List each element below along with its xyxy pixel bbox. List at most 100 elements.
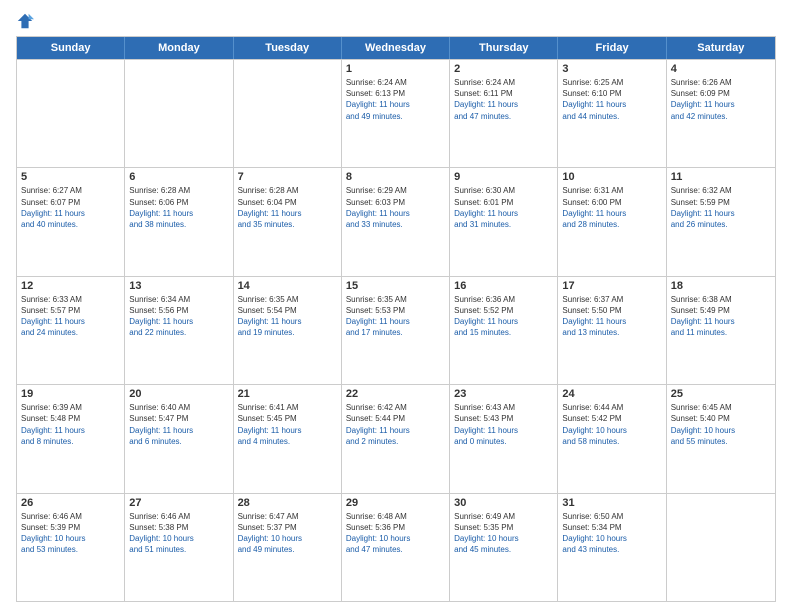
- calendar-day-22: 22 Sunrise: 6:42 AMSunset: 5:44 PMDayligh…: [342, 385, 450, 492]
- day-info: Sunrise: 6:28 AMSunset: 6:04 PMDaylight:…: [238, 185, 337, 230]
- day-info: Sunrise: 6:38 AMSunset: 5:49 PMDaylight:…: [671, 294, 771, 339]
- day-info: Sunrise: 6:29 AMSunset: 6:03 PMDaylight:…: [346, 185, 445, 230]
- day-info: Sunrise: 6:49 AMSunset: 5:35 PMDaylight:…: [454, 511, 553, 556]
- page: SundayMondayTuesdayWednesdayThursdayFrid…: [0, 0, 792, 612]
- day-number: 28: [238, 497, 337, 509]
- calendar-day-empty: [234, 60, 342, 167]
- calendar-day-8: 8 Sunrise: 6:29 AMSunset: 6:03 PMDaylight…: [342, 168, 450, 275]
- calendar-day-15: 15 Sunrise: 6:35 AMSunset: 5:53 PMDayligh…: [342, 277, 450, 384]
- weekday-header: Wednesday: [342, 37, 450, 59]
- day-info: Sunrise: 6:48 AMSunset: 5:36 PMDaylight:…: [346, 511, 445, 556]
- day-number: 2: [454, 63, 553, 75]
- calendar-day-25: 25 Sunrise: 6:45 AMSunset: 5:40 PMDayligh…: [667, 385, 775, 492]
- day-info: Sunrise: 6:27 AMSunset: 6:07 PMDaylight:…: [21, 185, 120, 230]
- calendar-week: 1 Sunrise: 6:24 AMSunset: 6:13 PMDaylight…: [17, 59, 775, 167]
- day-number: 25: [671, 388, 771, 400]
- day-number: 8: [346, 171, 445, 183]
- calendar-day-30: 30 Sunrise: 6:49 AMSunset: 5:35 PMDayligh…: [450, 494, 558, 601]
- calendar-day-13: 13Sunrise: 6:34 AMSunset: 5:56 PMDayligh…: [125, 277, 233, 384]
- day-number: 10: [562, 171, 661, 183]
- day-number: 21: [238, 388, 337, 400]
- calendar-day-27: 27Sunrise: 6:46 AMSunset: 5:38 PMDayligh…: [125, 494, 233, 601]
- calendar-week: 19 Sunrise: 6:39 AMSunset: 5:48 PMDayligh…: [17, 384, 775, 492]
- day-number: 26: [21, 497, 120, 509]
- calendar-day-16: 16Sunrise: 6:36 AMSunset: 5:52 PMDayligh…: [450, 277, 558, 384]
- calendar-day-empty: [125, 60, 233, 167]
- day-info: Sunrise: 6:37 AMSunset: 5:50 PMDaylight:…: [562, 294, 661, 339]
- calendar-day-3: 3 Sunrise: 6:25 AMSunset: 6:10 PMDaylight…: [558, 60, 666, 167]
- day-number: 4: [671, 63, 771, 75]
- calendar-week: 5 Sunrise: 6:27 AMSunset: 6:07 PMDaylight…: [17, 167, 775, 275]
- calendar-day-24: 24Sunrise: 6:44 AMSunset: 5:42 PMDayligh…: [558, 385, 666, 492]
- weekday-header: Saturday: [667, 37, 775, 59]
- day-info: Sunrise: 6:35 AMSunset: 5:53 PMDaylight:…: [346, 294, 445, 339]
- weekday-header: Sunday: [17, 37, 125, 59]
- calendar-day-4: 4 Sunrise: 6:26 AMSunset: 6:09 PMDaylight…: [667, 60, 775, 167]
- day-info: Sunrise: 6:28 AMSunset: 6:06 PMDaylight:…: [129, 185, 228, 230]
- calendar-day-19: 19 Sunrise: 6:39 AMSunset: 5:48 PMDayligh…: [17, 385, 125, 492]
- day-info: Sunrise: 6:50 AMSunset: 5:34 PMDaylight:…: [562, 511, 661, 556]
- day-info: Sunrise: 6:45 AMSunset: 5:40 PMDaylight:…: [671, 402, 771, 447]
- day-info: Sunrise: 6:46 AMSunset: 5:39 PMDaylight:…: [21, 511, 120, 556]
- day-info: Sunrise: 6:34 AMSunset: 5:56 PMDaylight:…: [129, 294, 228, 339]
- day-info: Sunrise: 6:44 AMSunset: 5:42 PMDaylight:…: [562, 402, 661, 447]
- day-number: 15: [346, 280, 445, 292]
- day-info: Sunrise: 6:31 AMSunset: 6:00 PMDaylight:…: [562, 185, 661, 230]
- calendar-day-7: 7Sunrise: 6:28 AMSunset: 6:04 PMDaylight…: [234, 168, 342, 275]
- day-number: 6: [129, 171, 228, 183]
- logo: [16, 12, 38, 30]
- calendar-day-17: 17 Sunrise: 6:37 AMSunset: 5:50 PMDayligh…: [558, 277, 666, 384]
- day-info: Sunrise: 6:24 AMSunset: 6:11 PMDaylight:…: [454, 77, 553, 122]
- day-number: 17: [562, 280, 661, 292]
- day-number: 18: [671, 280, 771, 292]
- day-number: 31: [562, 497, 661, 509]
- calendar-day-10: 10 Sunrise: 6:31 AMSunset: 6:00 PMDayligh…: [558, 168, 666, 275]
- day-number: 1: [346, 63, 445, 75]
- calendar-week: 12Sunrise: 6:33 AMSunset: 5:57 PMDayligh…: [17, 276, 775, 384]
- calendar-day-18: 18 Sunrise: 6:38 AMSunset: 5:49 PMDayligh…: [667, 277, 775, 384]
- weekday-header: Thursday: [450, 37, 558, 59]
- day-info: Sunrise: 6:24 AMSunset: 6:13 PMDaylight:…: [346, 77, 445, 122]
- day-info: Sunrise: 6:26 AMSunset: 6:09 PMDaylight:…: [671, 77, 771, 122]
- calendar-day-23: 23Sunrise: 6:43 AMSunset: 5:43 PMDayligh…: [450, 385, 558, 492]
- day-info: Sunrise: 6:39 AMSunset: 5:48 PMDaylight:…: [21, 402, 120, 447]
- day-info: Sunrise: 6:46 AMSunset: 5:38 PMDaylight:…: [129, 511, 228, 556]
- day-info: Sunrise: 6:35 AMSunset: 5:54 PMDaylight:…: [238, 294, 337, 339]
- calendar-day-12: 12Sunrise: 6:33 AMSunset: 5:57 PMDayligh…: [17, 277, 125, 384]
- day-number: 9: [454, 171, 553, 183]
- day-info: Sunrise: 6:40 AMSunset: 5:47 PMDaylight:…: [129, 402, 228, 447]
- day-number: 22: [346, 388, 445, 400]
- day-number: 3: [562, 63, 661, 75]
- calendar-header: SundayMondayTuesdayWednesdayThursdayFrid…: [17, 37, 775, 59]
- day-number: 5: [21, 171, 120, 183]
- weekday-header: Friday: [558, 37, 666, 59]
- day-info: Sunrise: 6:42 AMSunset: 5:44 PMDaylight:…: [346, 402, 445, 447]
- calendar-day-2: 2 Sunrise: 6:24 AMSunset: 6:11 PMDaylight…: [450, 60, 558, 167]
- header: [16, 12, 776, 30]
- day-number: 30: [454, 497, 553, 509]
- calendar-body: 1 Sunrise: 6:24 AMSunset: 6:13 PMDaylight…: [17, 59, 775, 601]
- day-number: 11: [671, 171, 771, 183]
- day-number: 19: [21, 388, 120, 400]
- day-info: Sunrise: 6:47 AMSunset: 5:37 PMDaylight:…: [238, 511, 337, 556]
- calendar: SundayMondayTuesdayWednesdayThursdayFrid…: [16, 36, 776, 602]
- calendar-day-31: 31 Sunrise: 6:50 AMSunset: 5:34 PMDayligh…: [558, 494, 666, 601]
- logo-icon: [16, 12, 34, 30]
- calendar-day-21: 21Sunrise: 6:41 AMSunset: 5:45 PMDayligh…: [234, 385, 342, 492]
- day-number: 12: [21, 280, 120, 292]
- calendar-day-5: 5 Sunrise: 6:27 AMSunset: 6:07 PMDaylight…: [17, 168, 125, 275]
- calendar-day-empty: [17, 60, 125, 167]
- calendar-week: 26 Sunrise: 6:46 AMSunset: 5:39 PMDayligh…: [17, 493, 775, 601]
- day-number: 14: [238, 280, 337, 292]
- calendar-day-6: 6 Sunrise: 6:28 AMSunset: 6:06 PMDaylight…: [125, 168, 233, 275]
- calendar-day-empty: [667, 494, 775, 601]
- weekday-header: Tuesday: [234, 37, 342, 59]
- calendar-day-20: 20Sunrise: 6:40 AMSunset: 5:47 PMDayligh…: [125, 385, 233, 492]
- day-info: Sunrise: 6:30 AMSunset: 6:01 PMDaylight:…: [454, 185, 553, 230]
- day-info: Sunrise: 6:25 AMSunset: 6:10 PMDaylight:…: [562, 77, 661, 122]
- day-info: Sunrise: 6:43 AMSunset: 5:43 PMDaylight:…: [454, 402, 553, 447]
- day-number: 29: [346, 497, 445, 509]
- day-info: Sunrise: 6:36 AMSunset: 5:52 PMDaylight:…: [454, 294, 553, 339]
- calendar-day-14: 14 Sunrise: 6:35 AMSunset: 5:54 PMDayligh…: [234, 277, 342, 384]
- day-info: Sunrise: 6:32 AMSunset: 5:59 PMDaylight:…: [671, 185, 771, 230]
